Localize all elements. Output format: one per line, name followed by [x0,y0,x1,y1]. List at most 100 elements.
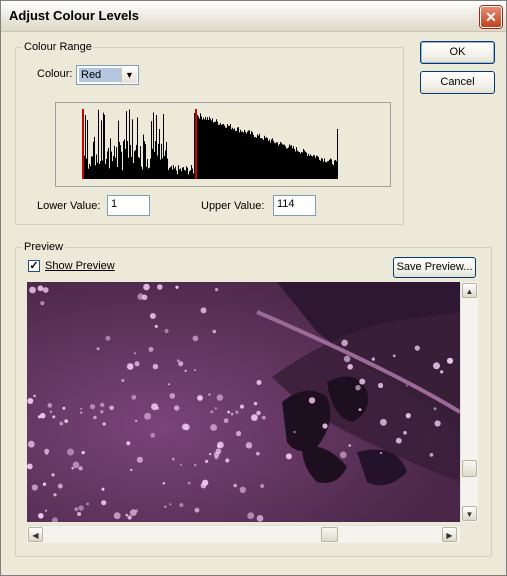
histogram-bar [105,163,106,179]
histogram-bar [307,155,308,179]
chevron-right-icon[interactable]: ▶ [442,527,457,542]
colour-select[interactable]: Red ▼ [76,65,139,85]
histogram-bar [201,116,202,179]
histogram-bar [326,162,327,179]
cloud-speck [59,421,64,426]
cloud-speck [260,483,265,489]
cloud-speck [355,385,361,391]
cloud-speck [40,301,45,306]
upper-value-input[interactable]: 114 [273,195,316,216]
cloud-speck [86,502,89,506]
cloud-speck [433,362,440,370]
histogram-bar [233,129,234,179]
lower-value-input[interactable]: 1 [107,195,150,216]
histogram-bar [321,158,322,179]
histogram-bar [160,159,161,179]
histogram-bar [208,120,209,179]
histogram-bar [337,129,338,179]
horizontal-scroll-thumb[interactable] [321,527,338,542]
cloud-speck [109,405,114,411]
histogram-bar [328,160,329,179]
cloud-speck [179,503,184,508]
ok-button[interactable]: OK [420,41,495,64]
histogram-bar [212,118,213,179]
histogram-bar [336,161,337,179]
cloud-speck [379,451,383,455]
histogram-bar [116,147,117,179]
cloud-speck [181,423,189,431]
histogram-bar [109,168,110,179]
cloud-speck [126,441,131,446]
histogram-bar [220,123,221,179]
cloud-speck [208,393,211,396]
histogram-bar [311,155,312,179]
chevron-down-icon[interactable]: ▼ [462,506,477,521]
histogram-bar [149,167,150,179]
histogram-bar [156,114,157,179]
cloud-speck [62,406,66,410]
cloud-speck [93,415,97,420]
cloud-speck [256,380,262,385]
cloud-speck [47,403,53,408]
histogram-bar [136,144,137,179]
cloud-speck [100,410,104,414]
cloud-speck [105,335,111,341]
horizontal-scrollbar[interactable]: ◀ ▶ [27,525,460,543]
histogram-bar [205,116,206,179]
cloud-speck [67,448,74,456]
cloud-speck [130,468,133,472]
chevron-left-icon[interactable]: ◀ [28,527,43,542]
checkmark-icon: ✓ [29,260,39,272]
histogram-bar [284,144,285,179]
histogram-bar [229,125,230,179]
cloud-speck [414,345,420,351]
show-preview-label[interactable]: Show Preview [45,260,115,272]
histogram-bar [285,146,286,179]
cloud-speck [121,379,125,382]
histogram-bar [161,143,162,179]
histogram-bar [132,119,133,179]
histogram-bar [130,144,131,179]
histogram-bar [103,112,104,179]
cloud-speck [79,411,83,414]
histogram-bar [276,142,277,179]
histogram-bar [197,114,198,179]
cancel-button[interactable]: Cancel [420,71,495,94]
histogram-bar [175,166,176,179]
save-preview-button[interactable]: Save Preview... [393,257,476,278]
upper-value-label: Upper Value: [201,200,265,212]
histogram-bar [106,158,107,179]
cloud-speck [194,464,197,467]
histogram-bar [138,157,139,179]
cloud-speck [322,423,328,429]
histogram-bar [178,165,179,179]
histogram-frame [55,102,391,187]
histogram-chart[interactable] [56,103,390,186]
show-preview-checkbox[interactable]: ✓ [28,260,40,272]
chevron-down-icon[interactable]: ▼ [121,67,137,83]
histogram-bar [295,151,296,179]
vertical-scroll-thumb[interactable] [462,460,477,477]
cloud-speck [197,395,203,401]
vertical-scrollbar[interactable]: ▲ ▼ [460,282,478,522]
chevron-up-icon[interactable]: ▲ [462,283,477,298]
histogram-bar [150,158,151,179]
histogram-bar [98,109,99,179]
cloud-speck [143,283,150,291]
histogram-bar [214,121,215,179]
cloud-speck [192,335,199,342]
histogram-bar [238,127,239,179]
cloud-speck [230,412,234,416]
cloud-speck [256,410,261,416]
histogram-bar [143,134,144,179]
cloud-speck [175,285,179,289]
colour-select-value: Red [79,68,123,82]
histogram-bar [252,132,253,179]
histogram-bar [137,117,138,179]
histogram-bar [239,132,240,179]
cloud-speck [80,407,83,410]
close-button[interactable]: ✕ [480,6,502,28]
histogram-bar [332,163,333,179]
cloud-speck [113,512,121,520]
cloud-speck [57,483,63,489]
